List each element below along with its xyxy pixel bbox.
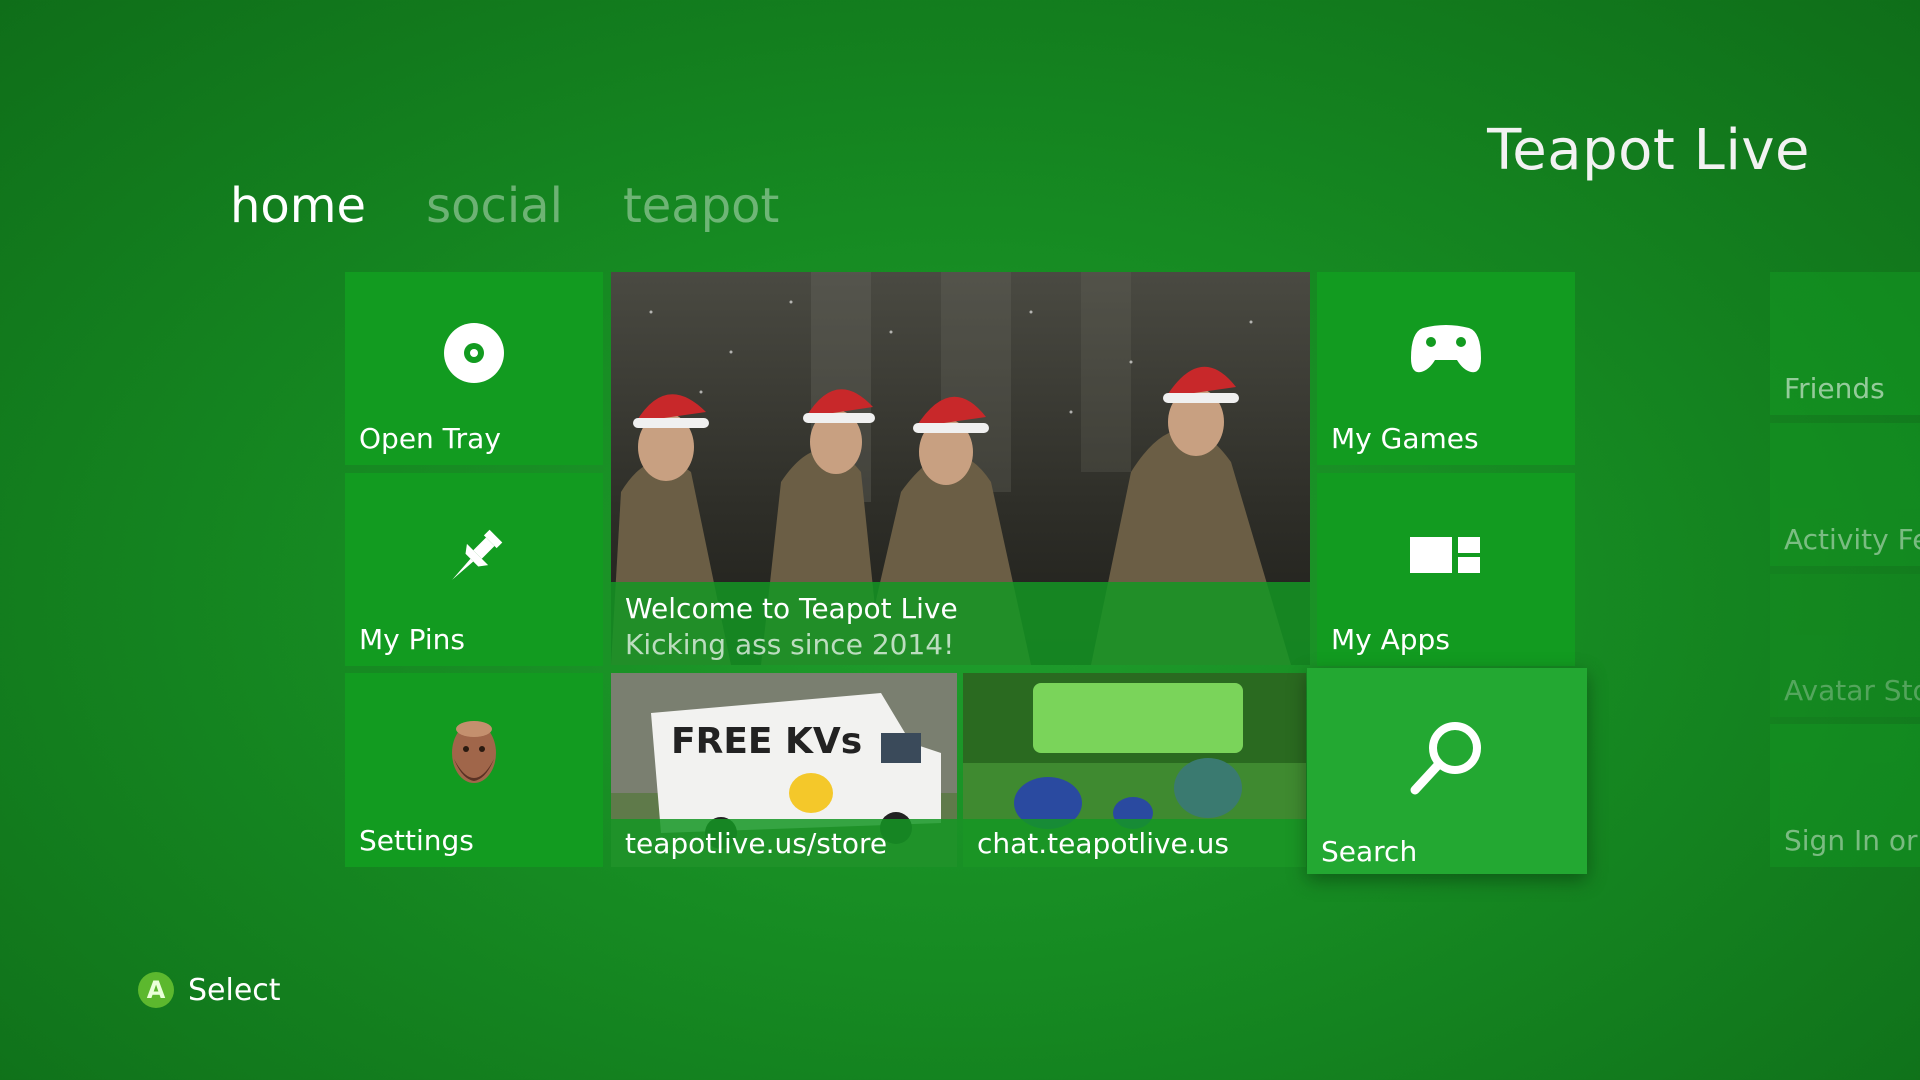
tab-social[interactable]: social xyxy=(426,178,563,234)
side-label-activity: Activity Fe xyxy=(1784,523,1920,556)
featured-title: Welcome to Teapot Live xyxy=(625,592,958,625)
featured-tile[interactable]: Welcome to Teapot Live Kicking ass since… xyxy=(611,272,1310,665)
settings-label: Settings xyxy=(359,824,474,857)
side-label-sign-in: Sign In or xyxy=(1784,824,1918,857)
search-label: Search xyxy=(1321,835,1418,868)
a-button-icon: A xyxy=(138,972,174,1008)
tab-teapot[interactable]: teapot xyxy=(623,178,779,234)
brand-title: Teapot Live xyxy=(1487,118,1810,183)
open-tray-tile[interactable]: Open Tray xyxy=(345,272,603,465)
chat-caption: chat.teapotlive.us xyxy=(963,819,1306,867)
select-hint-label: Select xyxy=(188,972,281,1008)
featured-subtitle: Kicking ass since 2014! xyxy=(625,628,955,661)
select-hint: A Select xyxy=(138,972,281,1008)
my-games-label: My Games xyxy=(1331,422,1479,455)
disc-icon xyxy=(444,323,504,383)
store-tile[interactable]: FREE KVs teapotlive.us/store xyxy=(611,673,957,867)
side-label-avatar-store: Avatar Sto xyxy=(1784,674,1920,707)
featured-caption: Welcome to Teapot Live Kicking ass since… xyxy=(611,582,1310,665)
store-label: teapotlive.us/store xyxy=(625,827,888,860)
my-pins-label: My Pins xyxy=(359,623,466,656)
open-tray-label: Open Tray xyxy=(359,422,501,455)
side-item-avatar-store[interactable]: Avatar Sto xyxy=(1770,574,1920,717)
avatar xyxy=(452,721,496,783)
side-item-sign-in[interactable]: Sign In or xyxy=(1770,724,1920,867)
tab-home[interactable]: home xyxy=(230,178,366,234)
side-label-friends: Friends xyxy=(1784,372,1885,405)
side-item-friends[interactable]: Friends xyxy=(1770,272,1920,415)
store-caption: teapotlive.us/store xyxy=(611,819,957,867)
my-apps-tile[interactable]: My Apps xyxy=(1317,473,1575,666)
settings-tile[interactable]: Settings xyxy=(345,673,603,867)
pivot-tabs: home social teapot xyxy=(230,178,779,234)
chat-tile[interactable]: chat.teapotlive.us xyxy=(963,673,1306,867)
search-icon xyxy=(1410,722,1481,795)
my-pins-tile[interactable]: My Pins xyxy=(345,473,603,666)
van-text: FREE KVs xyxy=(671,721,862,762)
my-apps-label: My Apps xyxy=(1331,623,1450,656)
my-games-tile[interactable]: My Games xyxy=(1317,272,1575,465)
apps-icon xyxy=(1410,537,1480,573)
side-item-activity[interactable]: Activity Fe xyxy=(1770,423,1920,566)
chat-label: chat.teapotlive.us xyxy=(977,827,1230,860)
search-tile[interactable]: Search xyxy=(1307,668,1587,874)
pin-icon xyxy=(452,529,503,580)
controller-icon xyxy=(1411,325,1481,373)
